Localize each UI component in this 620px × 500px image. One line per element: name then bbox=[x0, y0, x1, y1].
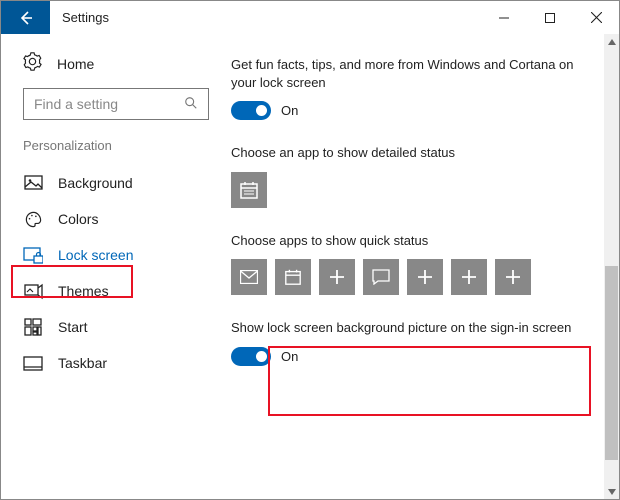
arrow-left-icon bbox=[17, 9, 35, 27]
palette-icon bbox=[23, 209, 43, 229]
window-controls bbox=[481, 1, 619, 34]
picture-icon bbox=[23, 173, 43, 193]
quick-status-tile-add-1[interactable] bbox=[319, 259, 355, 295]
quick-status-tile-add-2[interactable] bbox=[407, 259, 443, 295]
fun-facts-toggle[interactable]: On bbox=[231, 101, 589, 120]
scrollbar[interactable] bbox=[604, 34, 619, 499]
sidebar-item-label: Colors bbox=[58, 211, 98, 227]
sidebar-item-colors[interactable]: Colors bbox=[23, 201, 209, 237]
main-panel: Get fun facts, tips, and more from Windo… bbox=[231, 34, 619, 499]
sidebar-item-label: Background bbox=[58, 175, 133, 191]
scrollbar-thumb[interactable] bbox=[605, 266, 618, 460]
signin-background-toggle[interactable]: On bbox=[231, 347, 589, 366]
toggle-state: On bbox=[281, 349, 298, 364]
back-button[interactable] bbox=[1, 1, 50, 34]
quick-status-tile-mail[interactable] bbox=[231, 259, 267, 295]
quick-status-tile-calendar[interactable] bbox=[275, 259, 311, 295]
setting-detailed-status: Choose an app to show detailed status bbox=[231, 144, 589, 208]
sidebar-category: Personalization bbox=[23, 138, 209, 153]
plus-icon bbox=[505, 269, 521, 285]
setting-quick-status: Choose apps to show quick status bbox=[231, 232, 589, 296]
toggle-switch-on-icon bbox=[231, 101, 271, 120]
sidebar-item-label: Lock screen bbox=[58, 247, 133, 263]
search-icon bbox=[184, 96, 198, 113]
window-title: Settings bbox=[50, 1, 481, 34]
title-bar: Settings bbox=[1, 1, 619, 34]
start-icon bbox=[23, 317, 43, 337]
detailed-status-app-tile[interactable] bbox=[231, 172, 267, 208]
home-label: Home bbox=[57, 56, 94, 72]
setting-title: Choose an app to show detailed status bbox=[231, 144, 589, 162]
minimize-button[interactable] bbox=[481, 1, 527, 34]
sidebar-item-lock-screen[interactable]: Lock screen bbox=[23, 237, 209, 273]
setting-title: Show lock screen background picture on t… bbox=[231, 319, 589, 337]
plus-icon bbox=[329, 269, 345, 285]
search-placeholder: Find a setting bbox=[34, 96, 184, 112]
setting-fun-facts: Get fun facts, tips, and more from Windo… bbox=[231, 56, 589, 120]
quick-status-tile-add-3[interactable] bbox=[451, 259, 487, 295]
setting-signin-background: Show lock screen background picture on t… bbox=[231, 319, 589, 366]
scroll-up-icon[interactable] bbox=[604, 34, 619, 49]
calendar-icon bbox=[284, 268, 302, 286]
sidebar: Home Find a setting Personalization Back… bbox=[1, 34, 231, 499]
close-button[interactable] bbox=[573, 1, 619, 34]
chat-icon bbox=[372, 269, 390, 285]
sidebar-item-taskbar[interactable]: Taskbar bbox=[23, 345, 209, 381]
plus-icon bbox=[417, 269, 433, 285]
toggle-state: On bbox=[281, 103, 298, 118]
setting-title: Get fun facts, tips, and more from Windo… bbox=[231, 56, 589, 91]
calendar-icon bbox=[239, 180, 259, 200]
sidebar-item-label: Themes bbox=[58, 283, 109, 299]
taskbar-icon bbox=[23, 353, 43, 373]
themes-icon bbox=[23, 281, 43, 301]
sidebar-item-label: Taskbar bbox=[58, 355, 107, 371]
toggle-switch-on-icon bbox=[231, 347, 271, 366]
sidebar-item-background[interactable]: Background bbox=[23, 165, 209, 201]
maximize-button[interactable] bbox=[527, 1, 573, 34]
gear-icon bbox=[23, 52, 42, 76]
lock-screen-icon bbox=[23, 245, 43, 265]
search-input[interactable]: Find a setting bbox=[23, 88, 209, 120]
sidebar-item-themes[interactable]: Themes bbox=[23, 273, 209, 309]
quick-status-tile-add-4[interactable] bbox=[495, 259, 531, 295]
sidebar-item-home[interactable]: Home bbox=[23, 52, 209, 76]
sidebar-item-label: Start bbox=[58, 319, 88, 335]
setting-title: Choose apps to show quick status bbox=[231, 232, 589, 250]
plus-icon bbox=[461, 269, 477, 285]
sidebar-item-start[interactable]: Start bbox=[23, 309, 209, 345]
quick-status-tile-messaging[interactable] bbox=[363, 259, 399, 295]
mail-icon bbox=[240, 270, 258, 284]
scroll-down-icon[interactable] bbox=[604, 484, 619, 499]
